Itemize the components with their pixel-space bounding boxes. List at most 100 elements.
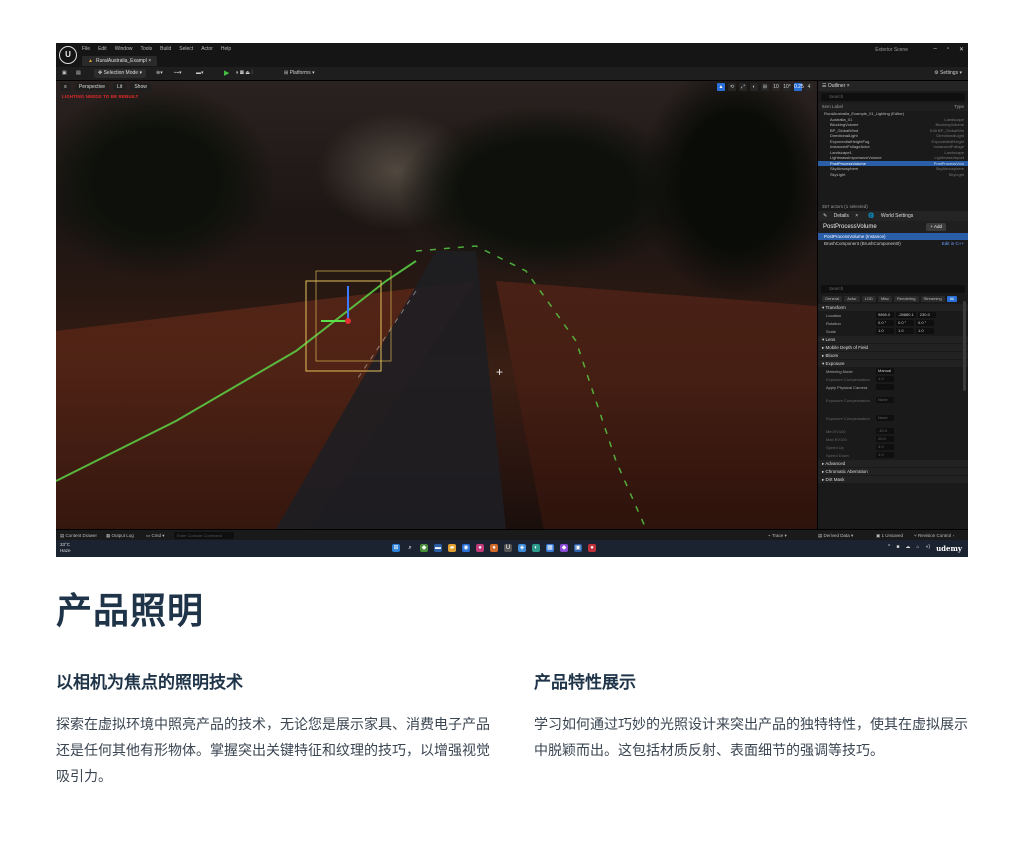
add-component-button[interactable]: + Add <box>926 223 946 231</box>
outliner-search-input[interactable]: Search <box>821 93 965 101</box>
prop-value[interactable]: 20.0 <box>876 436 894 442</box>
derived-data-button[interactable]: ▤ Derived Data ▾ <box>818 533 853 539</box>
revision-control-button[interactable]: ⑂ Revision Control ▾ <box>914 533 955 538</box>
cinematics-icon[interactable]: ▬▾ <box>196 70 204 76</box>
scale-snap[interactable]: 0.25 <box>794 83 804 91</box>
menu-build[interactable]: Build <box>160 46 171 52</box>
section-dirt-mask[interactable]: ▸ Dirt Mask <box>818 476 968 483</box>
tab-world-settings[interactable]: 🌐 World Settings <box>863 211 923 221</box>
tray-network-icon[interactable]: ⌂ <box>916 544 919 553</box>
minimize-icon[interactable]: – <box>933 46 936 53</box>
outliner-tab[interactable]: ☰ Outliner × <box>818 81 968 91</box>
start-icon[interactable]: ⊞ <box>392 544 400 552</box>
app-icon[interactable]: ◉ <box>462 544 470 552</box>
add-actor-icon[interactable]: ⊕▾ <box>156 70 163 76</box>
show-button[interactable]: Show <box>130 83 151 91</box>
tab-details[interactable]: ✎ Details × <box>818 211 863 221</box>
camera-speed[interactable]: 4 <box>805 83 813 91</box>
app-icon[interactable]: ◆ <box>560 544 568 552</box>
prop-z[interactable]: 0.0 ° <box>916 320 934 326</box>
tray-cloud-icon[interactable]: ☁ <box>905 544 910 553</box>
menu-help[interactable]: Help <box>221 46 231 52</box>
tree-row[interactable]: SkyLight SkyLight <box>818 172 968 178</box>
rotation-snap[interactable]: 10° <box>783 83 791 91</box>
section-lens[interactable]: ▾ Lens <box>818 336 968 343</box>
grid-snap-tool[interactable]: ⊞ <box>761 83 769 91</box>
section-chromatic-aberration[interactable]: ▸ Chromatic Aberration <box>818 468 968 475</box>
rotate-tool[interactable]: ⟲ <box>728 83 736 91</box>
content-icon[interactable]: ▤ <box>76 70 81 76</box>
prop-value[interactable]: -10.0 <box>876 428 894 434</box>
tray-app-icon[interactable]: ■ <box>896 544 899 553</box>
unreal-taskbar-icon[interactable]: U <box>504 544 512 552</box>
prop-y[interactable]: -28880.1 <box>896 312 916 318</box>
lit-button[interactable]: Lit <box>113 83 127 91</box>
settings-button[interactable]: ⚙ Settings ▾ <box>934 70 962 76</box>
details-scrollbar[interactable] <box>963 301 966 391</box>
level-viewport[interactable]: ≡ Perspective Lit Show LIGHTING NEEDS TO… <box>56 81 817 529</box>
section-transform[interactable]: ▾ Transform <box>818 304 968 311</box>
close-window-icon[interactable]: ✕ <box>959 46 964 53</box>
selection-mode-button[interactable]: ✥ Selection Mode ▾ <box>94 69 146 78</box>
prop-y[interactable]: 1.0 <box>896 328 914 334</box>
tray-volume-icon[interactable]: ◖) <box>925 544 930 553</box>
section-advanced[interactable]: ▸ Advanced <box>818 460 968 467</box>
prop-value[interactable]: 1.0 <box>876 452 894 458</box>
filter-actor[interactable]: Actor <box>844 296 860 302</box>
section-bloom[interactable]: ▸ Bloom <box>818 352 968 359</box>
gizmo-center[interactable] <box>345 318 351 324</box>
col-item-label[interactable]: Item Label <box>822 103 843 111</box>
save-icon[interactable]: ▣ <box>62 70 67 76</box>
menu-select[interactable]: Select <box>179 46 193 52</box>
blueprint-icon[interactable]: ⊶▾ <box>174 70 182 76</box>
prop-value[interactable]: 3.0 <box>876 444 894 450</box>
platforms-button[interactable]: ⊞ Platforms ▾ <box>284 70 315 76</box>
content-drawer-button[interactable]: ▤ Content Drawer <box>60 533 97 539</box>
app-icon[interactable]: ▦ <box>546 544 554 552</box>
unsaved-button[interactable]: ▣ 1 Unsaved <box>876 533 903 539</box>
weather-widget[interactable]: 33°C Haze <box>60 542 71 554</box>
prop-x[interactable]: 9865.0 <box>876 312 894 318</box>
prop-value[interactable]: Manual <box>876 368 894 374</box>
prop-value[interactable]: None <box>876 415 894 421</box>
app-icon[interactable]: ▬ <box>434 544 442 552</box>
app-icon[interactable]: ◐ <box>532 544 540 552</box>
details-search-input[interactable]: Search <box>821 285 965 293</box>
filter-all[interactable]: All <box>946 296 958 302</box>
app-icon[interactable]: ● <box>476 544 484 552</box>
component-row[interactable]: PostProcessVolume (Instance) <box>818 233 968 240</box>
trace-button[interactable]: ⌁ Trace ▾ <box>768 533 787 539</box>
menu-edit[interactable]: Edit <box>98 46 107 52</box>
console-command-input[interactable]: Enter Console Command <box>174 532 234 539</box>
filter-general[interactable]: General <box>822 296 843 302</box>
surface-snap-tool[interactable]: ◐ <box>750 83 758 91</box>
close-icon[interactable]: × <box>148 58 151 64</box>
grid-size[interactable]: 10 <box>772 83 780 91</box>
prop-y[interactable]: 0.0 ° <box>896 320 914 326</box>
section-exposure[interactable]: ▾ Exposure <box>818 360 968 367</box>
prop-x[interactable]: 1.0 <box>876 328 894 334</box>
output-log-button[interactable]: ▦ Output Log <box>106 533 134 539</box>
scale-tool[interactable]: ⤢ <box>739 83 747 91</box>
project-tab[interactable]: ▲ RuralAustralia_Exampl × <box>82 56 158 66</box>
play-icon[interactable]: ▶ <box>224 69 229 77</box>
edit-in-cpp-link[interactable]: Edit in C++ <box>942 240 964 247</box>
menu-actor[interactable]: Actor <box>201 46 213 52</box>
viewport-menu-icon[interactable]: ≡ <box>60 83 71 91</box>
prop-value[interactable]: None <box>876 397 894 403</box>
filter-lod[interactable]: LOD <box>861 296 876 302</box>
col-type[interactable]: Type <box>954 103 964 111</box>
prop-z[interactable]: 230.0 <box>917 312 936 318</box>
section-mobile-dof[interactable]: ▸ Mobile Depth of Field <box>818 344 968 351</box>
menu-tools[interactable]: Tools <box>140 46 152 52</box>
play-options-icon[interactable]: ⏸ ▦ ⏏ ⋮ <box>236 70 253 76</box>
perspective-button[interactable]: Perspective <box>74 83 110 91</box>
prop-checkbox[interactable] <box>876 384 894 390</box>
filter-rendering[interactable]: Rendering <box>894 296 919 302</box>
filter-misc[interactable]: Misc <box>877 296 893 302</box>
prop-z[interactable]: 1.0 <box>916 328 934 334</box>
folder-icon[interactable]: ▰ <box>448 544 456 552</box>
menu-file[interactable]: File <box>82 46 90 52</box>
search-icon[interactable]: ⌕ <box>406 544 414 552</box>
app-icon[interactable]: ◈ <box>518 544 526 552</box>
